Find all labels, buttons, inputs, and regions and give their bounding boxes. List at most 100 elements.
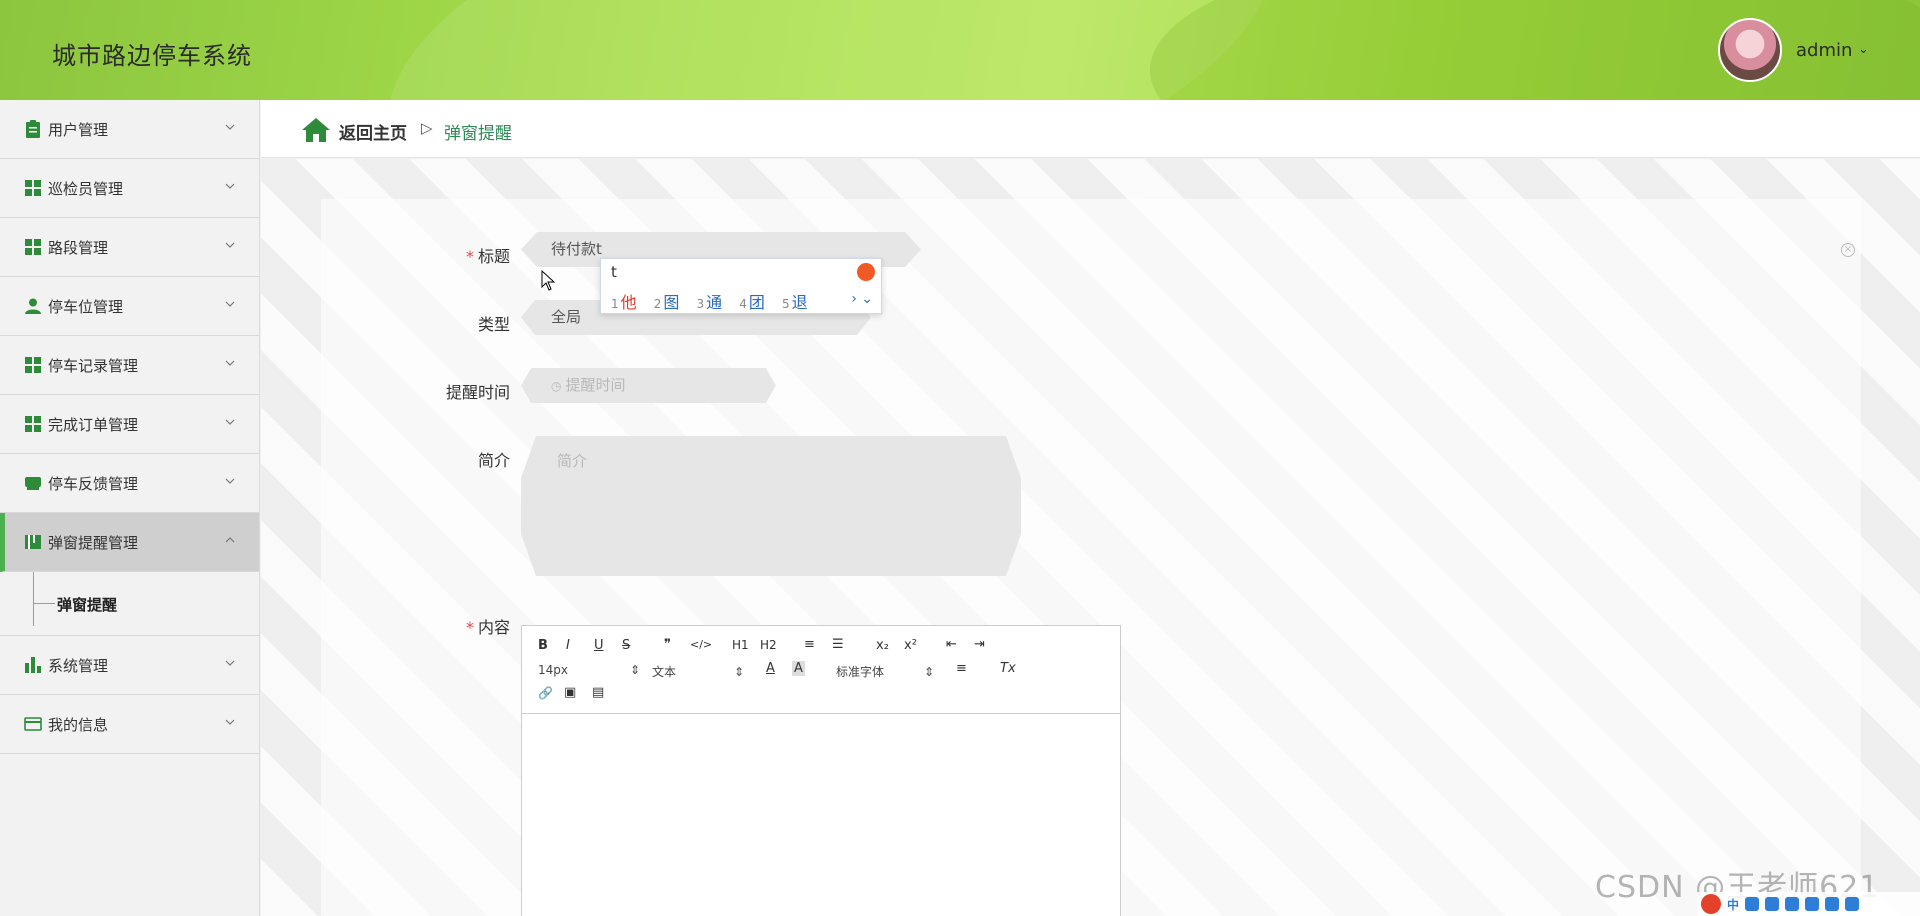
font-family-select[interactable]: 标准字体 ⇕ (836, 663, 934, 680)
intro-textarea[interactable]: 简介 (521, 436, 1021, 576)
avatar[interactable] (1718, 18, 1782, 82)
sogou-logo-icon[interactable] (857, 263, 875, 281)
align-button[interactable]: ≡ (956, 661, 967, 676)
breadcrumb-home-link[interactable]: 返回主页 (339, 119, 407, 144)
ime-status-bar: 中 (1697, 892, 1920, 916)
editor-content-area[interactable] (522, 714, 1120, 916)
sidebar-item-road[interactable]: 路段管理 (0, 218, 259, 277)
italic-button[interactable]: I (566, 638, 570, 653)
inbox-icon (24, 474, 42, 492)
person-icon (24, 297, 42, 315)
outdent-button[interactable]: ⇤ (946, 637, 957, 652)
superscript-button[interactable]: x² (904, 638, 917, 653)
background-color-button[interactable]: A (792, 661, 805, 676)
ordered-list-button[interactable]: ≡ (804, 637, 815, 652)
keyboard-icon[interactable] (1785, 897, 1800, 911)
sidebar-submenu: 弹窗提醒 (0, 572, 259, 636)
user-name[interactable]: admin (1796, 40, 1852, 61)
indent-button[interactable]: ⇥ (974, 637, 985, 652)
title-label: * 标题 (465, 247, 510, 266)
ime-candidates: 1他 2图 3通 4团 5退 (611, 289, 820, 313)
sidebar-item-system[interactable]: 系统管理 (0, 636, 259, 695)
remind-time-picker[interactable]: ◷ 提醒时间 (521, 368, 776, 403)
chevron-down-icon (225, 124, 235, 130)
grid-icon (24, 238, 42, 256)
sidebar-item-my-info[interactable]: 我的信息 (0, 695, 259, 754)
sidebar-item-user[interactable]: 用户管理 (0, 100, 259, 159)
ime-candidate-window: t 1他 2图 3通 4团 5退 › ⌄ (600, 258, 882, 314)
h1-button[interactable]: H1 (732, 638, 749, 652)
sidebar-item-inspector[interactable]: 巡检员管理 (0, 159, 259, 218)
tree-line (33, 572, 34, 626)
editor-toolbar: B I U S ❞ </> H1 H2 ≡ ☰ x₂ x² ⇤ ⇥ 14px ⇕ … (522, 626, 1120, 714)
ime-candidate[interactable]: 3通 (697, 293, 723, 312)
rich-text-editor: B I U S ❞ </> H1 H2 ≡ ☰ x₂ x² ⇤ ⇥ 14px ⇕ … (521, 625, 1121, 916)
sidebar-item-label: 我的信息 (48, 715, 109, 734)
chevron-down-icon (225, 478, 235, 484)
content-label: * 内容 (465, 618, 510, 637)
bold-button[interactable]: B (538, 638, 548, 653)
home-icon[interactable] (301, 117, 331, 143)
sidebar-item-label: 系统管理 (48, 656, 109, 675)
sidebar-item-label: 停车位管理 (48, 297, 124, 316)
remind-time-label: 提醒时间 (445, 383, 510, 402)
bar-chart-icon (24, 656, 42, 674)
breadcrumb-current: 弹窗提醒 (444, 124, 512, 144)
sidebar-item-order[interactable]: 完成订单管理 (0, 395, 259, 454)
tools-icon[interactable] (1825, 897, 1840, 911)
ime-input-text: t (611, 263, 617, 281)
clear-icon[interactable]: × (1841, 243, 1855, 257)
grid-icon (24, 356, 42, 374)
image-button[interactable]: ▣ (564, 685, 576, 700)
ime-candidate[interactable]: 1他 (611, 293, 637, 312)
clear-format-button[interactable]: Tx (1000, 661, 1016, 676)
clipboard-icon (24, 120, 42, 138)
font-color-button[interactable]: A (766, 661, 775, 676)
microphone-icon[interactable] (1765, 897, 1780, 911)
underline-button[interactable]: U (594, 638, 604, 653)
chevron-up-icon (225, 537, 235, 543)
sidebar-item-label: 巡检员管理 (48, 179, 124, 198)
ime-candidate[interactable]: 4团 (739, 293, 765, 312)
sidebar-item-label: 用户管理 (48, 120, 109, 139)
code-button[interactable]: </> (690, 638, 712, 651)
chevron-down-icon (225, 242, 235, 248)
font-size-select[interactable]: 14px ⇕ (538, 663, 640, 677)
ime-candidate[interactable]: 2图 (654, 293, 680, 312)
chevron-down-icon (225, 183, 235, 189)
chevron-down-icon[interactable]: ⌄ (1858, 42, 1869, 57)
sidebar-item-label: 完成订单管理 (48, 415, 139, 434)
card-icon (24, 715, 42, 733)
sogou-logo-icon[interactable] (1701, 894, 1721, 914)
link-button[interactable]: 🔗 (538, 686, 553, 700)
sidebar-item-parking-space[interactable]: 停车位管理 (0, 277, 259, 336)
ime-next-page-button[interactable]: › ⌄ (851, 291, 873, 307)
chevron-down-icon (225, 301, 235, 307)
grid-icon[interactable] (1845, 897, 1860, 911)
punctuation-icon[interactable] (1745, 897, 1760, 911)
skin-icon[interactable] (1805, 897, 1820, 911)
bullet-list-button[interactable]: ☰ (832, 637, 844, 652)
subscript-button[interactable]: x₂ (876, 638, 889, 653)
intro-label: 简介 (477, 451, 510, 470)
chevron-down-icon (225, 719, 235, 725)
sidebar-subitem-popup-reminder[interactable]: 弹窗提醒 (57, 594, 117, 615)
video-button[interactable]: ▤ (592, 685, 604, 700)
sidebar-item-popup-reminder[interactable]: 弹窗提醒管理 (0, 513, 259, 572)
sidebar-item-feedback[interactable]: 停车反馈管理 (0, 454, 259, 513)
sidebar-item-parking-record[interactable]: 停车记录管理 (0, 336, 259, 395)
ime-mode-label[interactable]: 中 (1727, 896, 1739, 913)
quote-button[interactable]: ❞ (664, 637, 671, 652)
text-style-select[interactable]: 文本 ⇕ (652, 663, 744, 680)
sidebar-item-label: 路段管理 (48, 238, 109, 257)
h2-button[interactable]: H2 (760, 638, 777, 652)
book-icon (24, 533, 42, 551)
sidebar: 用户管理 巡检员管理 路段管理 停车位管理 停车记录管理 完成订单管理 停车反馈… (0, 100, 260, 916)
grid-icon (24, 415, 42, 433)
chevron-down-icon (225, 360, 235, 366)
strike-button[interactable]: S (622, 638, 630, 653)
ime-candidate[interactable]: 5退 (782, 293, 808, 312)
breadcrumb-separator: ▷ (421, 119, 433, 137)
chevron-down-icon (225, 660, 235, 666)
app-title: 城市路边停车系统 (52, 42, 252, 70)
